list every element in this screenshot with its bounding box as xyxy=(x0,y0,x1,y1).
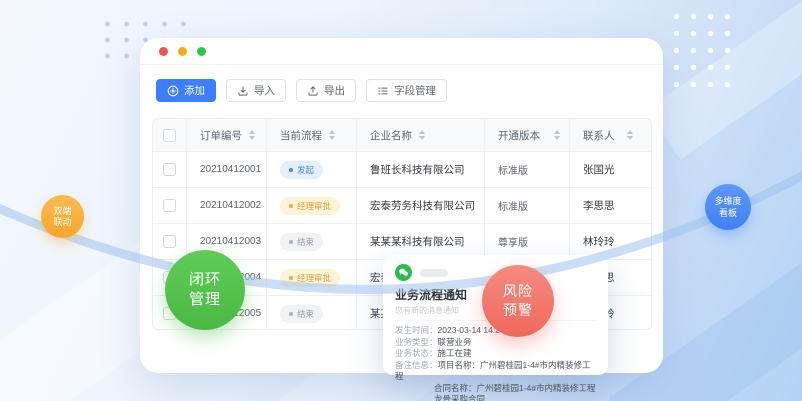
column-header-label: 订单编号 xyxy=(200,128,242,143)
marketing-illustration: 添加 导入 导出 字段管理 xyxy=(0,0,802,401)
status-dot-icon xyxy=(289,240,293,244)
import-button[interactable]: 导入 xyxy=(226,79,286,102)
column-header-contact[interactable]: 联系人 xyxy=(569,119,652,151)
row-checkbox[interactable] xyxy=(163,163,176,176)
feature-badge-dual-link: 双端 联动 xyxy=(41,195,84,238)
import-icon xyxy=(237,85,249,97)
notification-field: 业务状态：施工在建 xyxy=(395,348,596,360)
column-header-version[interactable]: 开通版本 xyxy=(484,119,569,151)
process-cell: 结束 xyxy=(266,296,356,330)
select-all-checkbox[interactable] xyxy=(163,129,176,142)
process-cell: 发起 xyxy=(266,152,356,187)
field-list-icon xyxy=(377,85,389,97)
order-number-cell: 20210412002 xyxy=(186,188,266,223)
export-button-label: 导出 xyxy=(324,83,345,98)
column-header-label: 企业名称 xyxy=(370,128,412,143)
process-cell: 结束 xyxy=(266,224,356,259)
table-row[interactable]: 20210412002 经理审批 宏泰劳务科技有限公司 标准版 李思思 xyxy=(153,187,651,223)
select-all-cell xyxy=(153,119,186,151)
contact-cell: 林玲玲 xyxy=(569,224,652,259)
export-button[interactable]: 导出 xyxy=(296,79,356,102)
status-dot-icon xyxy=(289,168,293,172)
contact-cell: 张国光 xyxy=(569,152,652,187)
column-header-company[interactable]: 企业名称 xyxy=(356,119,484,151)
notification-extra-line: 合同名称：广州碧桂园1-4#市内精装修工程龙骨采购合同 xyxy=(395,383,596,401)
column-header-label: 联系人 xyxy=(583,128,615,143)
version-cell: 标准版 xyxy=(484,188,569,223)
sort-icon[interactable] xyxy=(554,130,560,140)
notification-fields: 发生时间：2023-03-14 14:2 业务类型：联营业务 业务状态：施工在建… xyxy=(395,325,596,401)
contact-cell: 李思思 xyxy=(569,188,652,223)
diagonal-stripe-decoration xyxy=(646,0,802,159)
field-management-button[interactable]: 字段管理 xyxy=(366,79,447,102)
field-management-button-label: 字段管理 xyxy=(394,83,436,98)
status-badge: 发起 xyxy=(280,161,323,179)
dot-grid-decoration-right xyxy=(668,8,732,88)
window-zoom-button[interactable] xyxy=(197,47,206,56)
company-cell: 某某某科技有限公司 xyxy=(356,224,484,259)
table-row[interactable]: 20210412003 结束 某某某科技有限公司 尊享版 林玲玲 xyxy=(153,223,651,259)
sort-icon[interactable] xyxy=(627,130,633,140)
company-cell: 鲁班长科技有限公司 xyxy=(356,152,484,187)
status-badge: 结束 xyxy=(280,305,323,323)
row-checkbox[interactable] xyxy=(163,199,176,212)
column-header-process[interactable]: 当前流程 xyxy=(266,119,356,151)
export-icon xyxy=(307,85,319,97)
process-cell: 经理审批 xyxy=(266,188,356,223)
feature-badge-closed-loop: 闭环 管理 xyxy=(165,250,245,330)
column-header-label: 开通版本 xyxy=(498,128,540,143)
status-dot-icon xyxy=(289,204,293,208)
status-dot-icon xyxy=(289,276,293,280)
status-badge: 结束 xyxy=(280,233,323,251)
plus-circle-icon xyxy=(167,85,179,97)
status-badge: 经理审批 xyxy=(280,269,340,287)
table-row[interactable]: 20210412001 发起 鲁班长科技有限公司 标准版 张国光 xyxy=(153,151,651,187)
sort-icon[interactable] xyxy=(419,130,425,140)
version-cell: 标准版 xyxy=(484,152,569,187)
version-cell: 尊享版 xyxy=(484,224,569,259)
feature-badge-risk-alert: 风险 预警 xyxy=(482,265,554,337)
table-header-row: 订单编号 当前流程 企业名称 开通版本 联系人 xyxy=(153,119,651,151)
status-dot-icon xyxy=(289,312,293,316)
column-header-order[interactable]: 订单编号 xyxy=(186,119,266,151)
feature-badge-multi-board: 多维度 看板 xyxy=(705,184,751,230)
notification-field: 备注信息：项目名称：广州碧桂园1-4#市内精装修工程 xyxy=(395,360,596,383)
notification-field: 业务类型：联营业务 xyxy=(395,337,596,349)
sort-icon[interactable] xyxy=(249,130,255,140)
column-header-label: 当前流程 xyxy=(280,128,322,143)
window-minimize-button[interactable] xyxy=(178,47,187,56)
row-checkbox[interactable] xyxy=(163,235,176,248)
wechat-icon xyxy=(395,264,412,281)
window-close-button[interactable] xyxy=(159,47,168,56)
add-button[interactable]: 添加 xyxy=(156,79,216,102)
import-button-label: 导入 xyxy=(254,83,275,98)
toolbar: 添加 导入 导出 字段管理 xyxy=(156,79,447,102)
add-button-label: 添加 xyxy=(184,83,205,98)
process-cell: 经理审批 xyxy=(266,260,356,295)
company-cell: 宏泰劳务科技有限公司 xyxy=(356,188,484,223)
sort-icon[interactable] xyxy=(329,130,335,140)
status-badge: 经理审批 xyxy=(280,197,340,215)
window-titlebar xyxy=(140,38,663,65)
order-number-cell: 20210412001 xyxy=(186,152,266,187)
notification-source-placeholder xyxy=(420,269,448,277)
